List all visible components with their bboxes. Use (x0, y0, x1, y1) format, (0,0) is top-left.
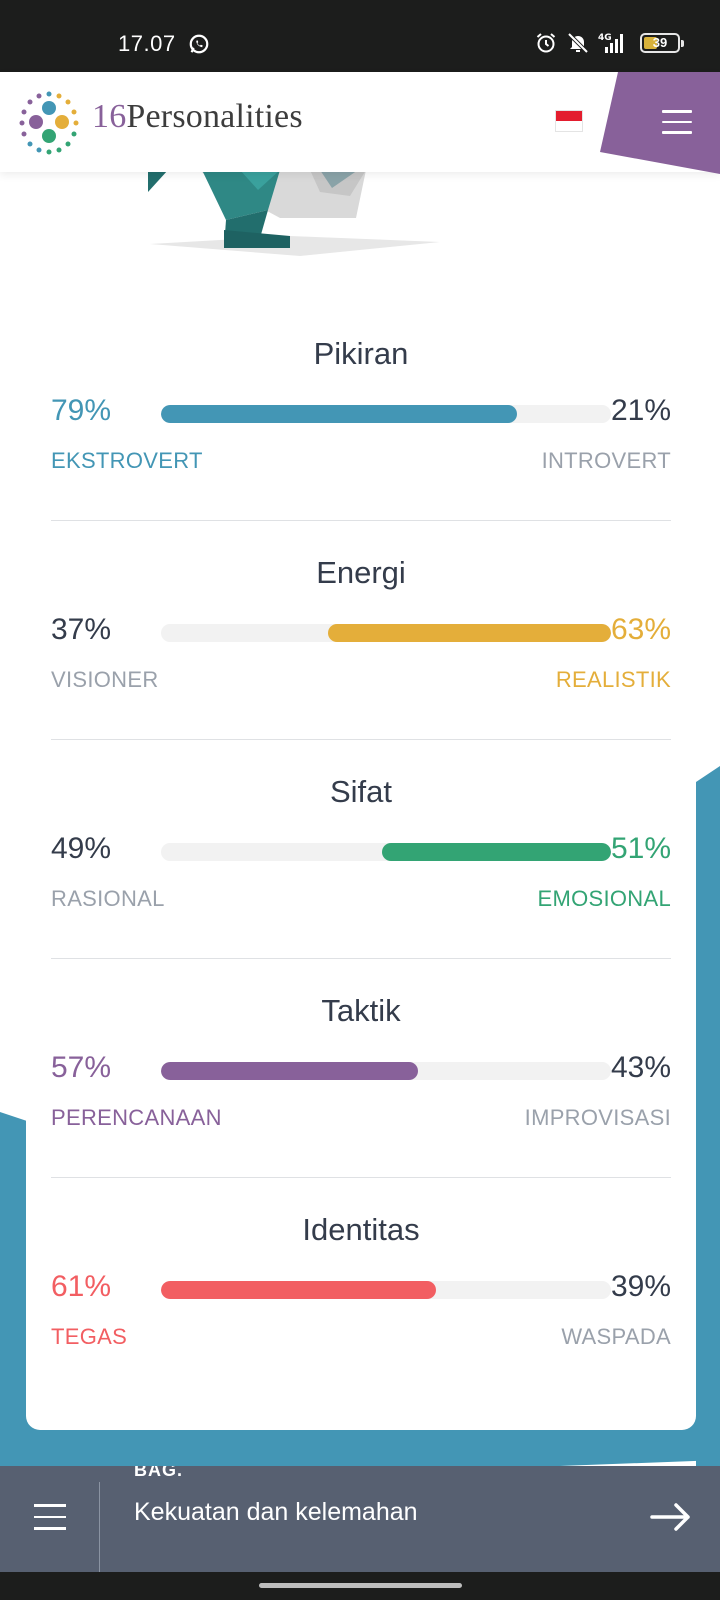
bottom-section-nav[interactable]: BAG. Kekuatan dan kelemahan (0, 1466, 720, 1572)
trait-bar-fill (161, 1062, 418, 1080)
indonesia-flag-icon[interactable] (555, 110, 583, 132)
trait-left-percent: 57% (51, 1051, 112, 1084)
trait-pikiran: Pikiran 79% 21% EKSTROVERT INTROVERT (51, 320, 671, 540)
trait-bar-fill (327, 624, 611, 642)
trait-title: Pikiran (313, 336, 409, 371)
alarm-icon (536, 33, 556, 53)
hamburger-menu-icon[interactable] (662, 110, 692, 134)
trait-left-percent: 79% (51, 394, 112, 427)
trait-bar (161, 624, 611, 642)
trait-bar (161, 405, 611, 423)
signal-4g-icon: 4G (598, 33, 623, 53)
trait-title: Sifat (329, 774, 393, 809)
trait-right-label: IMPROVISASI (524, 1105, 671, 1130)
battery-icon: 39 (640, 33, 684, 53)
trait-title: Energi (316, 555, 406, 590)
section-menu-icon[interactable] (34, 1504, 66, 1532)
trait-left-label: VISIONER (51, 667, 159, 692)
trait-left-percent: 61% (51, 1270, 112, 1303)
trait-right-label: EMOSIONAL (537, 886, 671, 911)
trait-right-label: WASPADA (561, 1324, 671, 1349)
arrow-right-icon[interactable] (650, 1502, 692, 1532)
status-icons: 4G 39 (534, 30, 684, 56)
mute-icon (567, 32, 589, 54)
divider (99, 1482, 100, 1572)
gesture-handle[interactable] (259, 1583, 462, 1588)
trait-bar-fill (381, 843, 611, 861)
trait-right-label: REALISTIK (555, 667, 671, 692)
status-bar: 17.07 4G 39 (0, 0, 720, 72)
trait-right-percent: 63% (610, 613, 671, 646)
svg-text:4G: 4G (598, 33, 612, 43)
trait-right-percent: 21% (610, 394, 671, 427)
divider (51, 520, 671, 521)
trait-left-label: EKSTROVERT (51, 448, 203, 473)
next-section-title[interactable]: Kekuatan dan kelemahan (134, 1498, 418, 1527)
trait-right-percent: 43% (610, 1051, 671, 1084)
trait-right-percent: 39% (610, 1270, 671, 1303)
trait-sifat: Sifat 49% 51% RASIONAL EMOSIONAL (51, 758, 671, 978)
trait-bar-fill (161, 1281, 436, 1299)
trait-energi: Energi 37% 63% VISIONER REALISTIK (51, 539, 671, 759)
divider (51, 1177, 671, 1178)
trait-right-percent: 51% (610, 832, 671, 865)
trait-taktik: Taktik 57% 43% PERENCANAAN IMPROVISASI (51, 977, 671, 1197)
trait-bar (161, 1062, 611, 1080)
logo-name: Personalities (126, 98, 303, 135)
trait-left-percent: 37% (51, 613, 112, 646)
trait-bar (161, 843, 611, 861)
trait-left-label: TEGAS (51, 1324, 128, 1349)
menu-button-background (600, 72, 720, 174)
logo-number: 16 (92, 98, 127, 135)
status-time: 17.07 (118, 31, 176, 56)
battery-level: 39 (652, 35, 668, 50)
divider (51, 739, 671, 740)
section-overline: BAG. (134, 1466, 183, 1480)
trait-bar-fill (161, 405, 517, 423)
trait-right-label: INTROVERT (541, 448, 671, 473)
trait-title: Taktik (321, 993, 401, 1028)
trait-identitas: Identitas 61% 39% TEGAS WASPADA (51, 1196, 671, 1416)
trait-title: Identitas (302, 1212, 420, 1247)
traits-card: Pikiran 79% 21% EKSTROVERT INTROVERT Ene… (26, 170, 696, 1430)
site-header: 16Personalities (0, 72, 720, 174)
trait-bar (161, 1281, 611, 1299)
trait-left-label: PERENCANAAN (51, 1105, 222, 1130)
gesture-bar-area (0, 1572, 720, 1600)
logo-icon[interactable] (14, 88, 84, 158)
divider (51, 958, 671, 959)
trait-left-percent: 49% (51, 832, 112, 865)
logo-wordmark[interactable]: 16Personalities (92, 98, 303, 136)
whatsapp-icon (189, 34, 209, 54)
character-illustration (148, 170, 440, 256)
trait-left-label: RASIONAL (51, 886, 165, 911)
